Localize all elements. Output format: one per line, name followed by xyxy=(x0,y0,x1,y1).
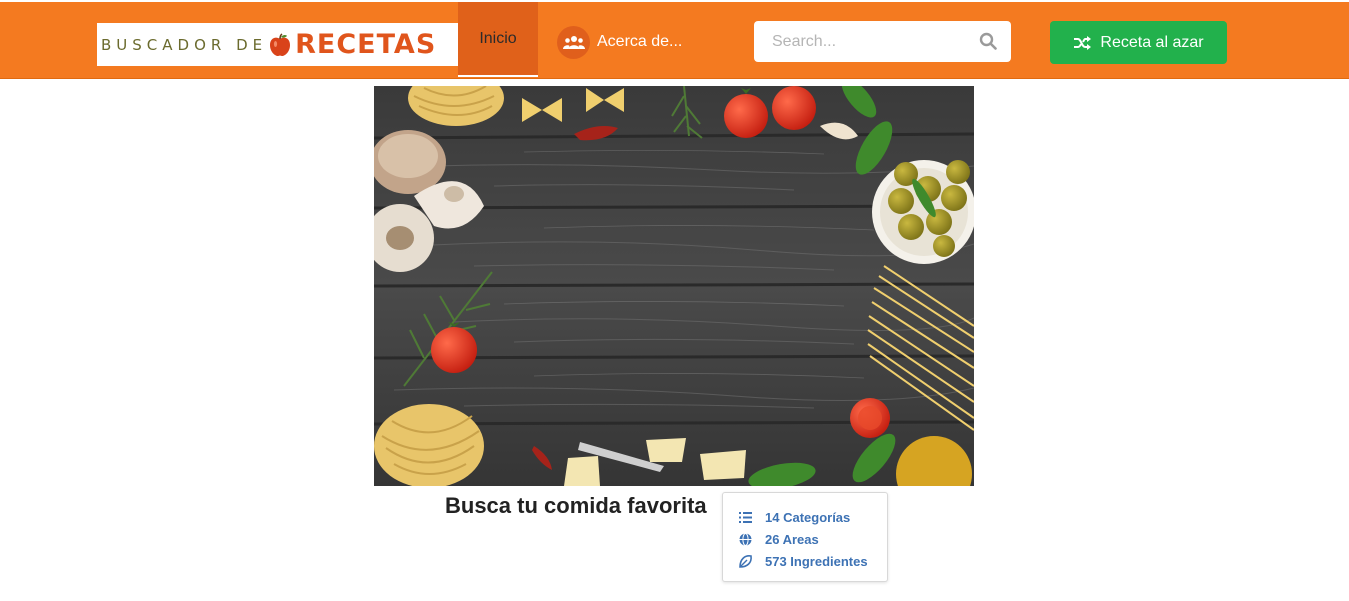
leaf-icon xyxy=(739,554,752,568)
nav-about-label: Acerca de... xyxy=(597,33,683,50)
stat-categories-label: 14 Categorías xyxy=(765,509,851,525)
stats-card: 14 Categorías 26 Areas 573 Ingredientes xyxy=(722,492,888,582)
stat-ingredients[interactable]: 573 Ingredientes xyxy=(723,550,887,572)
users-icon xyxy=(557,25,590,59)
stat-ingredients-label: 573 Ingredientes xyxy=(765,553,868,569)
hero-image xyxy=(374,86,974,486)
nav-item-home[interactable]: Inicio xyxy=(458,2,538,77)
random-button-label: Receta al azar xyxy=(1100,33,1204,51)
search-input[interactable] xyxy=(754,22,964,61)
nav-item-about[interactable]: Acerca de... xyxy=(557,24,682,60)
globe-icon xyxy=(739,532,752,546)
random-recipe-button[interactable]: Receta al azar xyxy=(1050,21,1227,64)
shuffle-icon xyxy=(1074,35,1092,50)
apple-icon xyxy=(270,32,291,56)
search-box xyxy=(754,21,1011,62)
logo-text-big: RECETAS xyxy=(295,29,437,60)
list-icon xyxy=(739,511,752,523)
stat-categories[interactable]: 14 Categorías xyxy=(723,506,887,528)
site-logo[interactable]: BUSCADOR DE RECETAS xyxy=(97,23,458,66)
stat-areas-label: 26 Areas xyxy=(765,531,819,547)
top-navbar: BUSCADOR DE RECETAS Inicio Acerca de... xyxy=(0,2,1349,79)
logo-text-small: BUSCADOR DE xyxy=(101,35,268,54)
search-icon[interactable] xyxy=(979,32,997,50)
stat-areas[interactable]: 26 Areas xyxy=(723,528,887,550)
tagline: Busca tu comida favorita xyxy=(445,493,707,518)
